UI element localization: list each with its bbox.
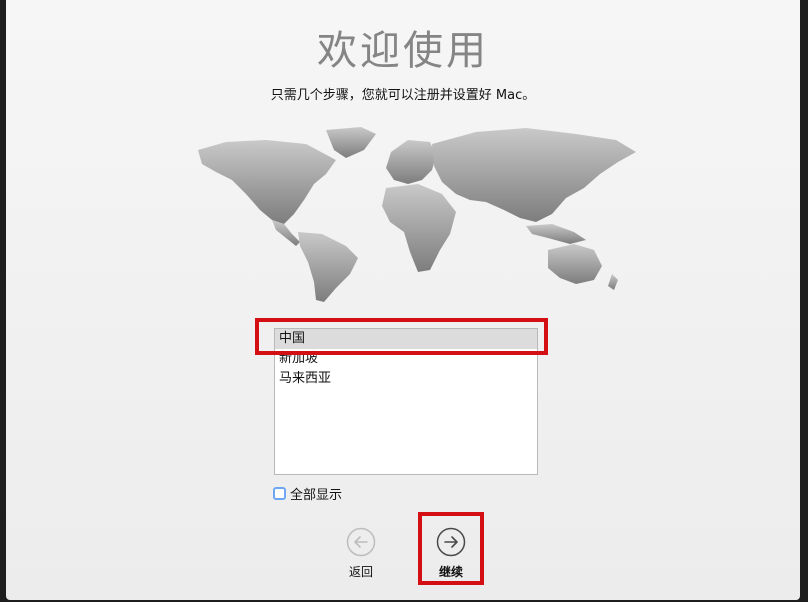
greenland-shape: [326, 127, 376, 158]
arrow-left-circle-icon: [346, 527, 376, 557]
setup-assistant-window: 欢迎使用 只需几个步骤，您就可以注册并设置好 Mac。 中国 新加坡 马来西亚 …: [6, 0, 800, 600]
page-title: 欢迎使用: [317, 28, 489, 74]
arrow-right-circle-icon: [436, 527, 466, 557]
asia-shape: [432, 128, 636, 222]
list-item[interactable]: 新加坡: [275, 349, 537, 369]
africa-shape: [382, 184, 456, 272]
back-label: 返回: [348, 565, 373, 579]
continue-button[interactable]: 继续: [421, 527, 481, 587]
southeast-asia-shape: [526, 224, 586, 244]
europe-shape: [386, 140, 436, 184]
australia-shape: [548, 244, 602, 284]
central-america-shape: [272, 220, 300, 246]
list-item[interactable]: 中国: [275, 329, 537, 349]
continue-label: 继续: [438, 565, 463, 579]
south-america-shape: [298, 232, 358, 302]
new-zealand-shape: [608, 274, 618, 290]
north-america-shape: [198, 140, 336, 224]
show-all-label: 全部显示: [290, 487, 343, 503]
back-button[interactable]: 返回: [331, 527, 391, 587]
show-all-toggle[interactable]: 全部显示: [273, 484, 343, 503]
region-list[interactable]: 中国 新加坡 马来西亚: [274, 328, 538, 475]
page-subtitle: 只需几个步骤，您就可以注册并设置好 Mac。: [270, 88, 536, 103]
show-all-checkbox[interactable]: [273, 486, 286, 500]
world-map-icon: [198, 127, 636, 302]
list-item[interactable]: 马来西亚: [275, 369, 537, 389]
